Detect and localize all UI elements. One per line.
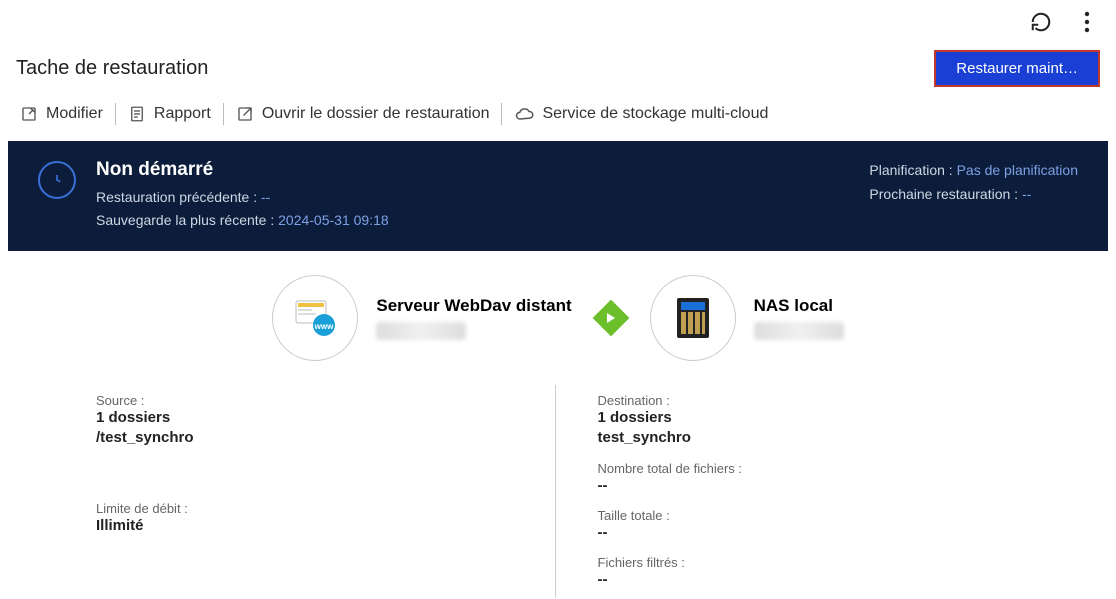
destination-details: Destination : 1 dossiers test_synchro No…: [555, 385, 1057, 598]
action-bar: Modifier Rapport Ouvrir le dossier de re…: [0, 99, 1116, 141]
status-state: Non démarré: [96, 159, 389, 181]
status-panel: Non démarré Restauration précédente : --…: [8, 141, 1108, 251]
edit-action[interactable]: Modifier: [8, 105, 115, 123]
next-restore-value: --: [1022, 186, 1031, 202]
open-external-icon: [236, 105, 254, 123]
size-label: Taille totale :: [598, 508, 1017, 523]
rate-label: Limite de débit :: [96, 501, 515, 516]
filtered-label: Fichiers filtrés :: [598, 555, 1017, 570]
prev-restore-label: Restauration précédente :: [96, 189, 257, 205]
flow-diagram: www Serveur WebDav distant NAS local: [8, 251, 1108, 371]
webdav-icon: www: [272, 275, 358, 361]
page-title: Tache de restauration: [16, 57, 208, 80]
destination-endpoint: NAS local: [650, 275, 844, 361]
rate-value: Illimité: [96, 516, 515, 536]
dest-folders: 1 dossiers: [598, 408, 1017, 428]
details-columns: Source : 1 dossiers /test_synchro Limite…: [96, 385, 1056, 598]
status-text-block: Non démarré Restauration précédente : --…: [96, 159, 389, 233]
more-vertical-icon[interactable]: [1076, 11, 1098, 33]
dest-path: test_synchro: [598, 428, 1017, 448]
destination-address-redacted: [754, 322, 844, 340]
restore-now-button[interactable]: Restaurer maint…: [934, 50, 1100, 87]
report-icon: [128, 105, 146, 123]
latest-backup-value: 2024-05-31 09:18: [278, 212, 389, 228]
source-label: Source :: [96, 393, 515, 408]
status-schedule: Planification : Pas de planification Pro…: [869, 159, 1078, 233]
source-address-redacted: [376, 322, 466, 340]
edit-icon: [20, 105, 38, 123]
edit-label: Modifier: [46, 105, 103, 123]
open-folder-label: Ouvrir le dossier de restauration: [262, 105, 490, 123]
dest-label: Destination :: [598, 393, 1017, 408]
multicloud-action[interactable]: Service de stockage multi-cloud: [502, 105, 780, 123]
multicloud-label: Service de stockage multi-cloud: [542, 105, 768, 123]
clock-icon: [38, 161, 76, 199]
size-value: --: [598, 523, 1017, 543]
files-label: Nombre total de fichiers :: [598, 461, 1017, 476]
window-toolbar: [0, 0, 1116, 44]
next-restore-label: Prochaine restauration :: [869, 186, 1018, 202]
report-action[interactable]: Rapport: [116, 105, 223, 123]
filtered-value: --: [598, 570, 1017, 590]
source-details: Source : 1 dossiers /test_synchro Limite…: [96, 385, 555, 598]
svg-text:www: www: [314, 322, 334, 331]
latest-backup-label: Sauvegarde la plus récente :: [96, 212, 274, 228]
files-value: --: [598, 476, 1017, 496]
source-name: Serveur WebDav distant: [376, 296, 571, 316]
report-label: Rapport: [154, 105, 211, 123]
prev-restore-value: --: [261, 189, 270, 205]
refresh-icon[interactable]: [1030, 11, 1052, 33]
open-folder-action[interactable]: Ouvrir le dossier de restauration: [224, 105, 502, 123]
plan-label: Planification :: [869, 162, 952, 178]
title-row: Tache de restauration Restaurer maint…: [0, 44, 1116, 99]
source-endpoint: www Serveur WebDav distant: [272, 275, 571, 361]
plan-value: Pas de planification: [957, 162, 1078, 178]
source-folders: 1 dossiers: [96, 408, 515, 428]
nas-icon: [650, 275, 736, 361]
source-path: /test_synchro: [96, 428, 515, 448]
arrow-icon: [598, 305, 624, 331]
destination-name: NAS local: [754, 296, 844, 316]
cloud-icon: [514, 105, 534, 123]
